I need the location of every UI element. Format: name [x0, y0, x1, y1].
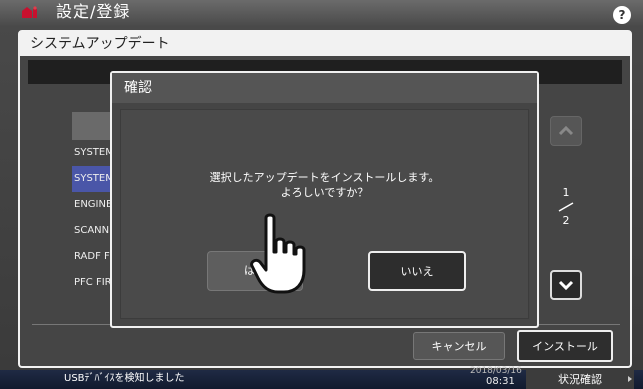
page-total: 2	[562, 214, 570, 227]
scroll-down-button[interactable]	[550, 270, 582, 300]
page-title: 設定/登録	[56, 2, 131, 21]
top-bar: 設定/登録 ?	[0, 0, 643, 26]
status-date: 2018/03/16	[470, 366, 522, 376]
dialog-message-line2: よろしいですか？	[280, 186, 369, 199]
status-time: 08:31	[486, 376, 515, 387]
panel-title: システムアップデート	[30, 36, 170, 52]
hand-pointer-icon	[250, 213, 306, 294]
cancel-button[interactable]: キャンセル	[413, 332, 505, 360]
dialog-title: 確認	[124, 80, 152, 96]
confirm-dialog: 確認 選択したアップデートをインストールします。 よろしいですか？ はい いいえ	[110, 71, 539, 328]
panel-header: システムアップデート	[20, 32, 630, 56]
expand-arrow-icon	[628, 376, 632, 382]
page-slash	[558, 202, 574, 212]
status-message: USBﾃﾞﾊﾞｲｽを検知しました	[64, 373, 185, 384]
status-bar: USBﾃﾞﾊﾞｲｽを検知しました 2018/03/16 08:31 状況確認	[0, 366, 643, 389]
dialog-message: 選択したアップデートをインストールします。 よろしいですか？	[121, 170, 528, 200]
help-button[interactable]: ?	[613, 6, 631, 24]
settings-house-icon	[22, 6, 37, 18]
page-indicator: 1 2	[552, 186, 580, 228]
screen: 設定/登録 ? システムアップデート SYSTEM SYSTEM ENGINE …	[0, 0, 643, 389]
scroll-up-button[interactable]	[550, 116, 582, 146]
dialog-body: 選択したアップデートをインストールします。 よろしいですか？ はい いいえ	[120, 109, 529, 319]
no-button[interactable]: いいえ	[368, 251, 466, 291]
page-current: 1	[562, 186, 570, 199]
dialog-header: 確認	[112, 73, 537, 103]
job-status-button[interactable]: 状況確認	[526, 370, 634, 389]
install-button[interactable]: インストール	[517, 330, 613, 362]
chevron-down-icon	[558, 280, 574, 291]
dialog-message-line1: 選択したアップデートをインストールします。	[209, 171, 440, 184]
chevron-up-icon	[558, 125, 574, 136]
